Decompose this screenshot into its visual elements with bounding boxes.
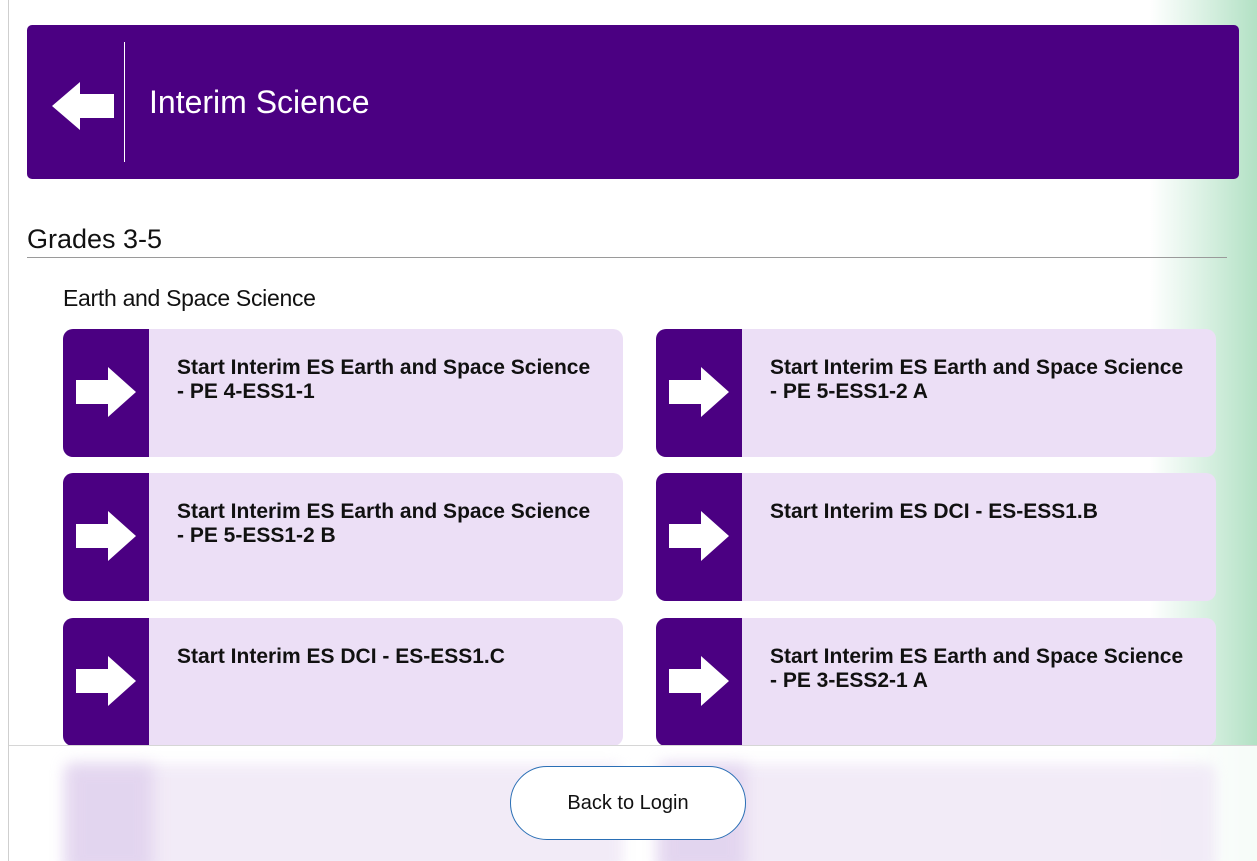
back-button[interactable] bbox=[27, 42, 124, 162]
tile-icon-block bbox=[656, 329, 742, 457]
tile-icon-block bbox=[63, 329, 149, 457]
start-test-tile[interactable]: Start Interim ES DCI - ES-ESS1.B bbox=[656, 473, 1216, 601]
tile-label: Start Interim ES Earth and Space Science… bbox=[770, 645, 1184, 692]
right-arrow-icon bbox=[76, 511, 136, 561]
tile-label: Start Interim ES Earth and Space Science… bbox=[177, 500, 591, 547]
tile-label: Start Interim ES DCI - ES-ESS1.C bbox=[177, 645, 505, 668]
start-test-tile[interactable]: Start Interim ES Earth and Space Science… bbox=[656, 618, 1216, 746]
grade-divider bbox=[27, 257, 1227, 258]
right-arrow-icon bbox=[76, 656, 136, 706]
tile-label: Start Interim ES DCI - ES-ESS1.B bbox=[770, 500, 1098, 523]
back-to-login-button[interactable]: Back to Login bbox=[510, 766, 746, 840]
section-heading: Earth and Space Science bbox=[63, 285, 316, 311]
tile-label: Start Interim ES Earth and Space Science… bbox=[770, 356, 1184, 403]
tile-icon-block bbox=[63, 473, 149, 601]
header-divider bbox=[124, 42, 125, 162]
start-test-tile[interactable]: Start Interim ES Earth and Space Science… bbox=[656, 329, 1216, 457]
right-arrow-icon bbox=[669, 656, 729, 706]
start-test-tile[interactable]: Start Interim ES Earth and Space Science… bbox=[63, 329, 623, 457]
back-arrow-icon bbox=[52, 82, 114, 130]
tile-label: Start Interim ES Earth and Space Science… bbox=[177, 356, 591, 403]
grade-heading: Grades 3-5 bbox=[27, 224, 163, 254]
start-test-tile[interactable]: Start Interim ES DCI - ES-ESS1.C bbox=[63, 618, 623, 746]
right-arrow-icon bbox=[669, 511, 729, 561]
tile-icon-block bbox=[63, 618, 149, 746]
page-header: Interim Science bbox=[27, 25, 1239, 179]
right-arrow-icon bbox=[76, 367, 136, 417]
page-title: Interim Science bbox=[149, 84, 370, 120]
right-arrow-icon bbox=[669, 367, 729, 417]
tile-icon-block bbox=[656, 618, 742, 746]
blurred-tile-icon bbox=[67, 764, 153, 861]
tile-icon-block bbox=[656, 473, 742, 601]
start-test-tile[interactable]: Start Interim ES Earth and Space Science… bbox=[63, 473, 623, 601]
